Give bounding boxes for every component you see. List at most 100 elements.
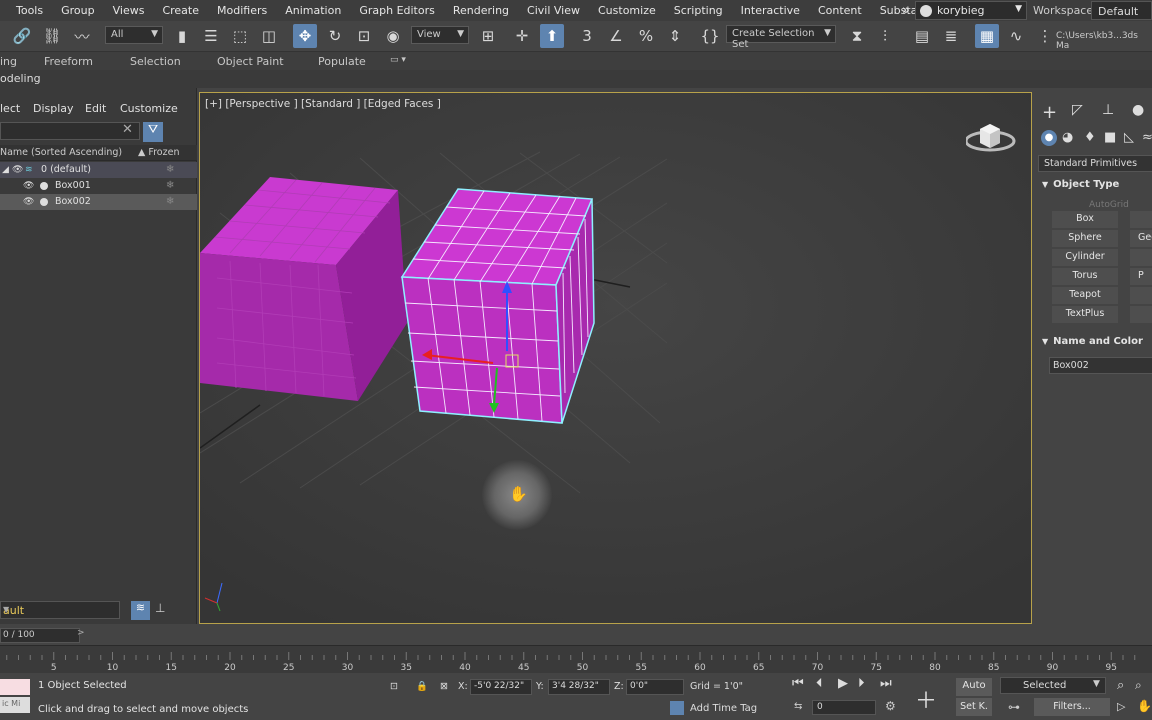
key-mode-icon[interactable]: ⇆ [794,701,802,712]
cameras-category-icon[interactable]: ■ [1104,130,1116,145]
ribbon-options-icon[interactable]: ▭ ▾ [390,55,406,65]
menu-customize[interactable]: Customize [589,4,665,17]
autogrid-checkbox[interactable]: AutoGrid [1089,200,1129,210]
column-name[interactable]: Name (Sorted Ascending) [0,147,122,158]
timeline-track[interactable]: 5 10 15 20 25 30 35 40 45 50 55 60 65 70 75 80 85 90 95 [0,645,1152,673]
viewport-scene[interactable] [200,93,1032,624]
key-filters-icon[interactable]: ⊶ [1008,700,1020,714]
snaps-toggle-icon[interactable]: 3 [575,24,599,48]
ribbon-tab-populate[interactable]: Populate [318,55,366,68]
close-icon[interactable]: ✕ [122,122,133,137]
select-manipulate-icon[interactable]: ✛ [510,24,534,48]
modify-tab-icon[interactable]: ◸ [1072,102,1083,118]
space-warps-category-icon[interactable]: ≈ [1142,130,1152,145]
sort-icon[interactable]: ⊥ [155,601,165,615]
expand-arrow-icon[interactable]: ◢ [2,165,9,175]
menu-interactive[interactable]: Interactive [732,4,809,17]
eye-icon[interactable]: 👁 [12,165,23,175]
helpers-category-icon[interactable]: ◺ [1124,130,1134,145]
menu-tools[interactable]: Tools [0,4,52,17]
tube-button[interactable] [1130,249,1152,266]
key-filter-selected-dropdown[interactable]: Selected [1000,677,1106,694]
geometry-category-icon[interactable]: ● [1041,130,1057,146]
align-icon[interactable]: ⫶ [873,24,897,48]
menu-views[interactable]: Views [104,4,154,17]
bind-space-warp-icon[interactable]: 〰 [70,24,94,48]
pan-view-icon[interactable]: ✋ [1137,699,1152,713]
cylinder-button[interactable]: Cylinder [1052,249,1118,266]
angle-snap-icon[interactable]: ∠ [604,24,628,48]
perspective-viewport[interactable]: [+] [Perspective ] [Standard ] [Edged Fa… [199,92,1032,624]
viewport-label[interactable]: [+] [Perspective ] [Standard ] [Edged Fa… [205,98,441,110]
selection-filter-dropdown[interactable]: All ▼ [105,26,163,44]
explorer-search-input[interactable] [0,122,140,140]
ribbon-tab-selection[interactable]: Selection [130,55,181,68]
go-to-end-icon[interactable]: ⏭ [880,676,892,691]
time-slider[interactable]: 0 / 100 [0,628,80,643]
workspace-dropdown[interactable]: Default [1091,1,1152,20]
pyramid-button[interactable]: P [1130,268,1152,285]
select-move-icon[interactable]: ✥ [293,24,317,48]
next-frame-icon[interactable]: ⏵ [858,676,865,691]
box-button[interactable]: Box [1052,211,1118,228]
link-icon[interactable]: 🔗 [10,24,34,48]
zoom-all-icon[interactable]: ⌕ [1135,678,1142,693]
field-of-view-icon[interactable]: ▷ [1117,700,1125,713]
cone-button[interactable] [1130,211,1152,228]
window-crossing-icon[interactable]: ◫ [257,24,281,48]
project-path[interactable]: C:\Users\kb3...3ds Ma [1056,31,1152,51]
percent-snap-icon[interactable]: % [634,24,658,48]
viewcube-icon[interactable] [966,119,1016,159]
mirror-icon[interactable]: ⧗ [845,24,869,48]
create-tab-icon[interactable]: + [1042,102,1057,123]
ribbon-tab-object-paint[interactable]: Object Paint [217,55,284,68]
previous-frame-icon[interactable]: ⏴ [816,676,823,691]
y-coordinate-input[interactable]: 3'4 28/32" [548,679,610,695]
teapot-button[interactable]: Teapot [1052,287,1118,304]
explorer-menu-display[interactable]: Display [33,102,74,115]
isolate-icon[interactable]: ⊡ [390,681,398,692]
ribbon-tab-freeform[interactable]: Freeform [44,55,93,68]
zoom-icon[interactable]: ⌕ [1117,678,1124,693]
plane-button[interactable] [1130,287,1152,304]
freeze-icon[interactable]: ❄ [166,180,174,191]
torus-button[interactable]: Torus [1052,268,1118,285]
menu-scripting[interactable]: Scripting [665,4,732,17]
geosphere-button[interactable]: Geo [1130,230,1152,247]
select-rotate-icon[interactable]: ↻ [323,24,347,48]
current-frame-input[interactable]: 0 [812,700,876,715]
object-type-rollout[interactable]: ▼ Object Type [1042,179,1119,190]
ribbon-panel-title[interactable]: odeling [0,72,41,85]
play-icon[interactable]: ▶ [838,676,848,691]
next-frame-icon[interactable]: > [77,628,89,643]
filter-icon[interactable]: ⛛ [143,122,163,142]
scene-explorer-toggle-icon[interactable]: ▤ [910,24,934,48]
eye-icon[interactable]: 👁 [23,197,34,207]
z-coordinate-input[interactable]: 0'0" [626,679,684,695]
lights-category-icon[interactable]: ♦ [1084,130,1096,145]
hierarchy-tab-icon[interactable]: ⊥ [1102,102,1114,118]
schematic-view-icon[interactable]: ⋮ [1033,24,1057,48]
explorer-menu-select[interactable]: lect [0,102,20,115]
menu-civil-view[interactable]: Civil View [518,4,589,17]
layer-explorer-icon[interactable]: ≋ [131,601,150,620]
rectangle-selection-icon[interactable]: ⬚ [228,24,252,48]
create-selection-set-dropdown[interactable]: Create Selection Set ▼ [726,25,836,50]
x-coordinate-input[interactable]: -5'0 22/32" [470,679,532,695]
textplus-button[interactable]: TextPlus [1052,306,1118,323]
object-row-box002[interactable]: 👁 Box002 ❄ [0,194,197,210]
add-time-tag[interactable]: Add Time Tag [670,701,757,715]
ribbon-tab-modeling[interactable]: ing [0,55,17,68]
toggle-ribbon-icon[interactable]: ▦ [975,24,999,48]
keyboard-shortcut-override-icon[interactable]: ⬆ [540,24,564,48]
auto-key-button[interactable]: Auto [956,678,992,696]
menu-modifiers[interactable]: Modifiers [208,4,276,17]
layer-explorer-icon[interactable]: ≣ [939,24,963,48]
explorer-menu-edit[interactable]: Edit [85,102,106,115]
user-account-dropdown[interactable]: korybieg ▼ [915,1,1027,20]
shapes-category-icon[interactable]: ◕ [1062,130,1073,145]
set-key-button[interactable]: Set K. [956,698,992,716]
extra-button[interactable] [1130,306,1152,323]
object-row-box001[interactable]: 👁 Box001 ❄ [0,178,197,194]
name-and-color-rollout[interactable]: ▼ Name and Color [1042,336,1143,347]
